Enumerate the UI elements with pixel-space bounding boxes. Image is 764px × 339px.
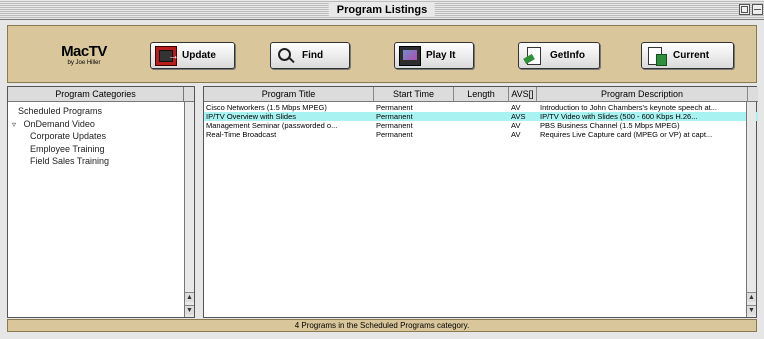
- update-icon: [155, 45, 179, 66]
- play-it-button[interactable]: Play It: [394, 42, 474, 69]
- cell-avs: AV: [511, 121, 521, 130]
- cell-avs: AV: [511, 103, 521, 112]
- column-header-program-title[interactable]: Program Title: [204, 87, 374, 102]
- disclosure-triangle-icon[interactable]: ▿: [12, 119, 21, 132]
- current-button-label: Current: [673, 49, 710, 61]
- category-item-ondemand-video[interactable]: ▿ OnDemand Video: [12, 118, 182, 131]
- play-it-button-label: Play It: [426, 49, 456, 61]
- find-button[interactable]: Find: [270, 42, 350, 69]
- program-categories-header[interactable]: Program Categories: [8, 87, 184, 102]
- cell-avs: AV: [511, 130, 521, 139]
- find-button-label: Find: [302, 49, 324, 61]
- scroll-down-arrow-icon[interactable]: ▼: [747, 305, 756, 315]
- play-monitor-icon: [399, 45, 421, 66]
- column-header-start-time[interactable]: Start Time: [374, 87, 454, 102]
- table-row[interactable]: Cisco Networkers (1.5 Mbps MPEG) Permane…: [204, 103, 758, 112]
- table-row[interactable]: Management Seminar (passworded o... Perm…: [204, 121, 758, 130]
- getinfo-button[interactable]: GetInfo: [518, 42, 600, 69]
- categories-scrollbar[interactable]: ▲ ▼: [184, 102, 194, 317]
- scroll-up-arrow-icon[interactable]: ▲: [747, 292, 756, 302]
- listings-scrollbar[interactable]: ▲ ▼: [746, 102, 756, 317]
- mactv-logo: MacTV by Joe Hiller: [54, 44, 114, 67]
- update-button[interactable]: Update: [150, 42, 235, 69]
- scroll-up-arrow-icon[interactable]: ▲: [185, 292, 194, 302]
- status-text: 4 Programs in the Scheduled Programs cat…: [294, 321, 470, 330]
- category-label: Scheduled Programs: [18, 106, 103, 116]
- cell-program-title: Cisco Networkers (1.5 Mbps MPEG): [206, 103, 327, 112]
- cell-program-description: IP/TV Video with Slides (500 - 600 Kbps …: [540, 112, 698, 121]
- category-item-scheduled-programs[interactable]: Scheduled Programs: [12, 105, 182, 118]
- column-header-program-description[interactable]: Program Description: [537, 87, 748, 102]
- zoom-box-icon[interactable]: [739, 4, 750, 15]
- magnifier-icon: [275, 46, 297, 66]
- cell-program-title: IP/TV Overview with Slides: [206, 112, 297, 121]
- toolbar: MacTV by Joe Hiller Update Find Play It …: [7, 25, 757, 83]
- column-header-avs[interactable]: AVS[]: [509, 87, 537, 102]
- window-title: Program Listings: [328, 3, 436, 17]
- table-header: Program Title Start Time Length AVS[] Pr…: [204, 87, 758, 102]
- cell-start-time: Permanent: [376, 112, 413, 121]
- program-table-rows: Cisco Networkers (1.5 Mbps MPEG) Permane…: [204, 103, 758, 139]
- cell-program-description: Introduction to John Chambers's keynote …: [540, 103, 717, 112]
- current-button[interactable]: Current: [641, 42, 734, 69]
- category-item-corporate-updates[interactable]: Corporate Updates: [12, 130, 182, 143]
- logo-subtitle: by Joe Hiller: [67, 60, 101, 66]
- cell-program-title: Real-Time Broadcast: [206, 130, 277, 139]
- category-list: Scheduled Programs ▿ OnDemand Video Corp…: [12, 105, 182, 168]
- category-item-employee-training[interactable]: Employee Training: [12, 143, 182, 156]
- cell-start-time: Permanent: [376, 103, 413, 112]
- program-categories-pane: Program Categories Scheduled Programs ▿ …: [7, 86, 195, 318]
- cell-program-description: Requires Live Capture card (MPEG or VP) …: [540, 130, 713, 139]
- cell-program-description: PBS Business Channel (1.5 Mbps MPEG): [540, 121, 680, 130]
- collapse-box-icon[interactable]: [752, 4, 763, 15]
- logo-name: MacTV: [61, 43, 107, 60]
- program-listings-window: Program Listings MacTV by Joe Hiller Upd…: [0, 0, 764, 339]
- update-button-label: Update: [182, 49, 216, 61]
- title-bar[interactable]: Program Listings: [0, 0, 764, 20]
- column-header-length[interactable]: Length: [454, 87, 509, 102]
- category-label: Corporate Updates: [30, 131, 107, 141]
- current-document-icon: [646, 46, 668, 66]
- cell-program-title: Management Seminar (passworded o...: [206, 121, 338, 130]
- table-row-selected[interactable]: IP/TV Overview with Slides Permanent AVS…: [204, 112, 758, 121]
- header-corner: [184, 87, 194, 102]
- cell-start-time: Permanent: [376, 130, 413, 139]
- info-document-icon: [523, 46, 545, 66]
- category-label: OnDemand Video: [23, 118, 95, 129]
- category-item-field-sales-training[interactable]: Field Sales Training: [12, 155, 182, 168]
- category-label: Employee Training: [30, 143, 105, 154]
- table-row[interactable]: Real-Time Broadcast Permanent AV Require…: [204, 130, 758, 139]
- getinfo-button-label: GetInfo: [550, 49, 585, 61]
- program-listings-pane: Program Title Start Time Length AVS[] Pr…: [203, 86, 758, 318]
- status-bar: 4 Programs in the Scheduled Programs cat…: [7, 319, 757, 332]
- cell-start-time: Permanent: [376, 121, 413, 130]
- cell-avs: AVS: [511, 112, 526, 121]
- category-label: Field Sales Training: [30, 156, 110, 166]
- scroll-down-arrow-icon[interactable]: ▼: [185, 305, 194, 315]
